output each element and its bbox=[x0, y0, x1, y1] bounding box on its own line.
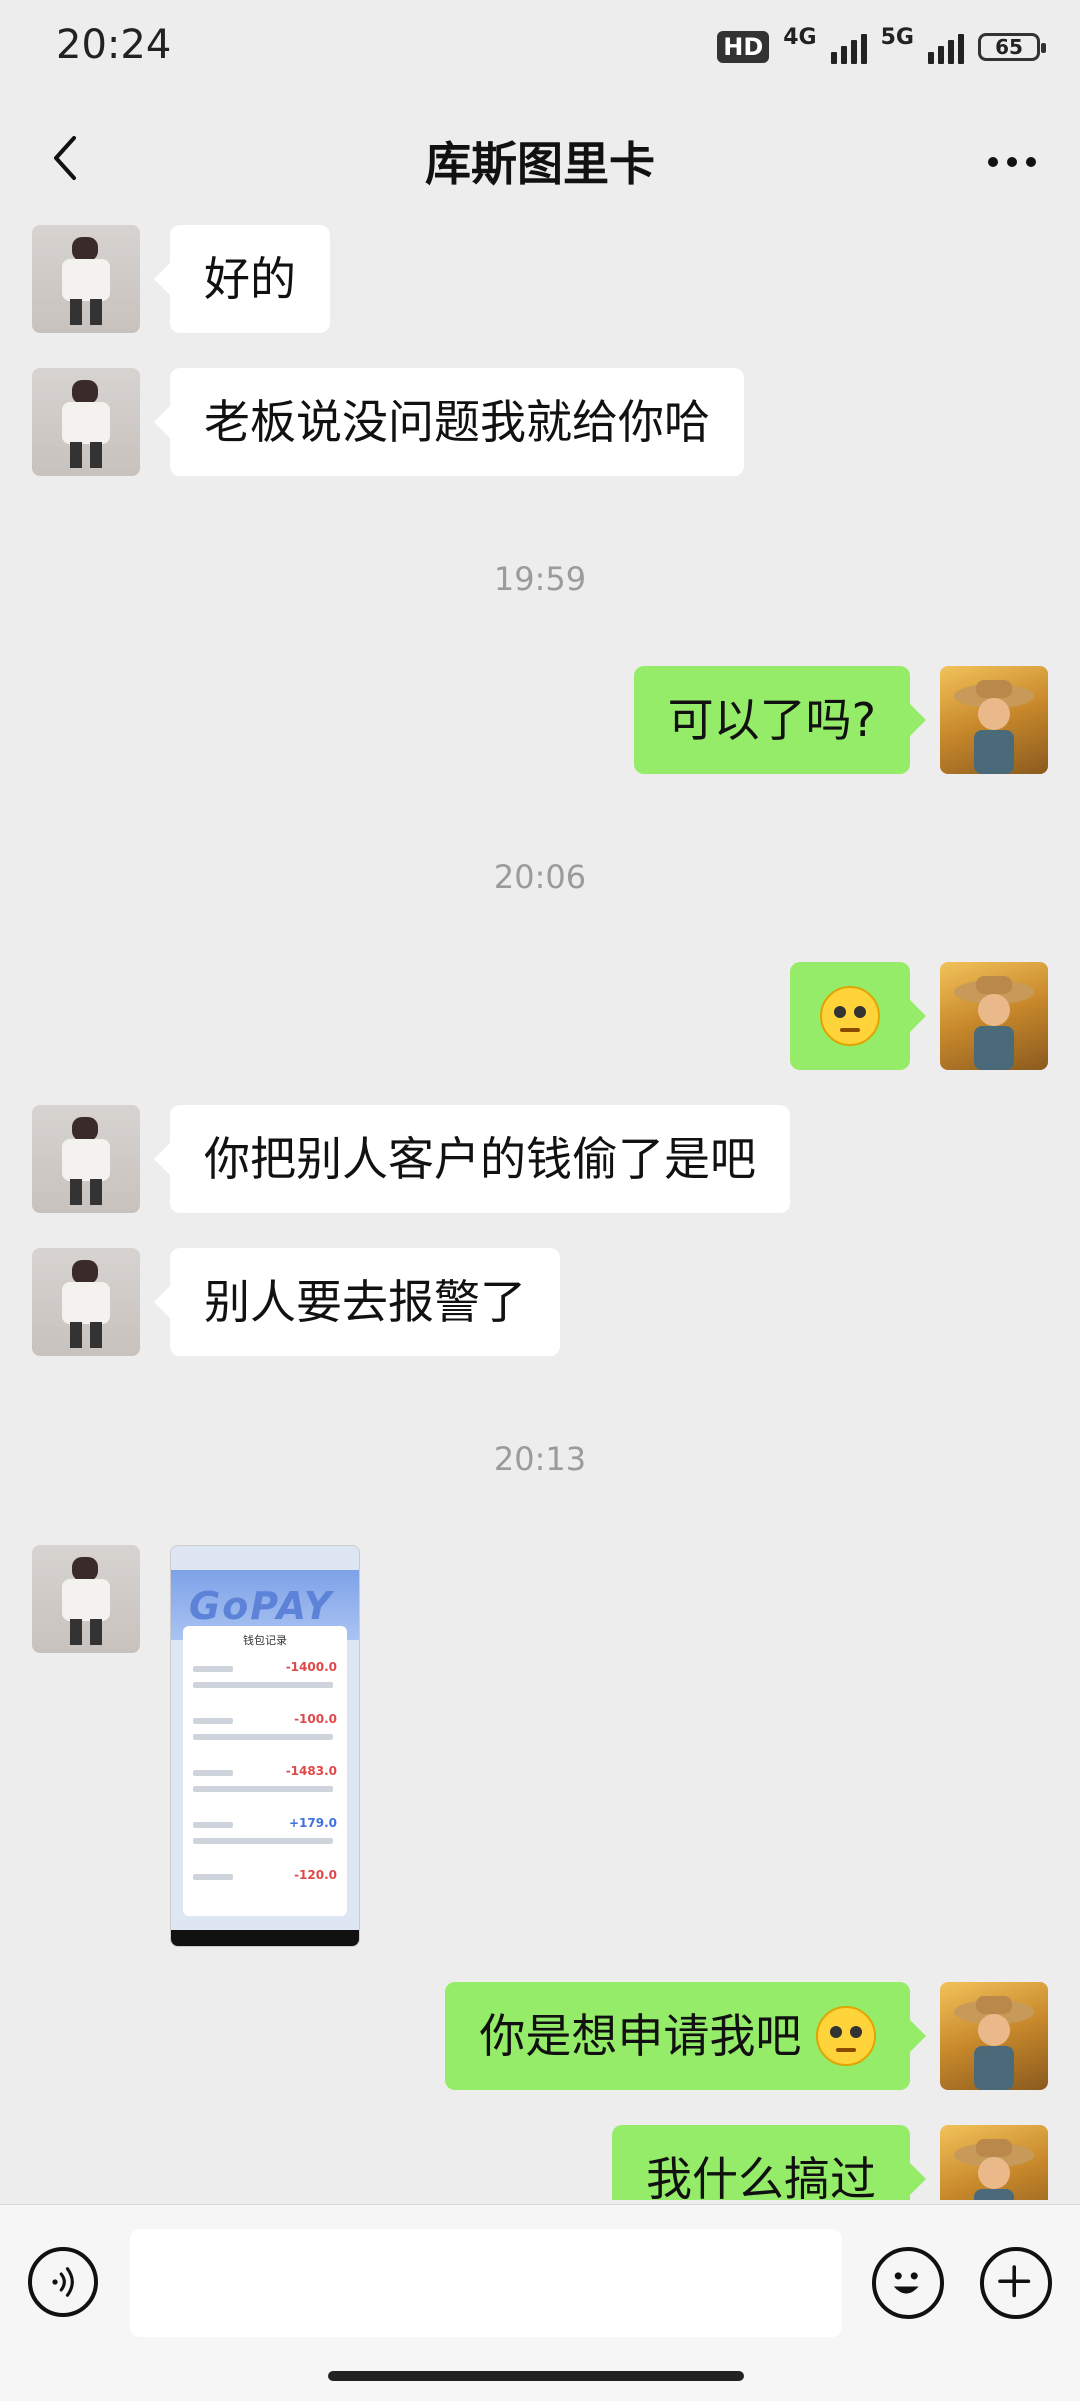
child-hat-avatar-image bbox=[954, 1996, 1034, 2090]
battery-icon: 65 bbox=[978, 33, 1046, 61]
child-hat-avatar-image bbox=[954, 2139, 1034, 2200]
contact-avatar[interactable] bbox=[32, 1545, 140, 1653]
image-row-line bbox=[193, 1874, 233, 1880]
image-row-line bbox=[193, 1682, 333, 1688]
image-row-line bbox=[193, 1718, 233, 1724]
message-list[interactable]: 好的 老板说没问题我就给你哈 19:59 可以了吗? 20:06 你把别人客户的… bbox=[0, 220, 1080, 2200]
chat-title: 库斯图里卡 bbox=[425, 137, 655, 191]
contact-avatar[interactable] bbox=[32, 225, 140, 333]
message-bubble-incoming[interactable]: 别人要去报警了 bbox=[154, 1248, 560, 1356]
image-row-line bbox=[193, 1786, 333, 1792]
input-bar bbox=[0, 2204, 1080, 2401]
image-message[interactable]: GoPAY 钱包记录 -1400.0 -100.0 -1483.0 +179.0… bbox=[170, 1545, 360, 1947]
message-bubble-incoming[interactable]: 老板说没问题我就给你哈 bbox=[154, 368, 744, 476]
woozy-face-emoji bbox=[816, 2005, 876, 2066]
message-bubble-incoming[interactable]: 好的 bbox=[154, 225, 330, 333]
more-dots-icon bbox=[1026, 157, 1036, 167]
my-avatar[interactable] bbox=[940, 666, 1048, 774]
image-row-line bbox=[193, 1838, 333, 1844]
network-label-5g: 5G bbox=[880, 24, 914, 50]
image-amount: -1400.0 bbox=[285, 1660, 337, 1674]
image-navbar bbox=[171, 1930, 359, 1946]
child-hat-avatar-image bbox=[954, 680, 1034, 774]
more-button[interactable] bbox=[982, 132, 1042, 192]
status-bar: 20:24 HD 4G 5G 65 bbox=[0, 0, 1080, 100]
person-avatar-image bbox=[62, 1117, 110, 1205]
timestamp: 20:06 bbox=[493, 858, 587, 896]
person-avatar-image bbox=[62, 1260, 110, 1348]
home-indicator[interactable] bbox=[328, 2371, 744, 2381]
message-bubble-outgoing[interactable] bbox=[790, 962, 926, 1070]
contact-avatar[interactable] bbox=[32, 1248, 140, 1356]
image-row-line bbox=[193, 1666, 233, 1672]
message-text: 你是想申请我吧 bbox=[479, 2009, 802, 2063]
image-row-line bbox=[193, 1734, 333, 1740]
person-avatar-image bbox=[62, 380, 110, 468]
emoji-button[interactable] bbox=[872, 2247, 944, 2319]
chat-header: 库斯图里卡 bbox=[0, 100, 1080, 220]
message-input[interactable] bbox=[130, 2229, 842, 2337]
message-bubble-outgoing[interactable]: 可以了吗? bbox=[633, 666, 927, 774]
image-amount: -1483.0 bbox=[285, 1764, 337, 1778]
image-row-line bbox=[193, 1822, 233, 1828]
timestamp: 20:13 bbox=[493, 1440, 587, 1478]
contact-avatar[interactable] bbox=[32, 368, 140, 476]
my-avatar[interactable] bbox=[940, 2125, 1048, 2200]
smile-icon bbox=[893, 2272, 919, 2294]
image-wallet-card: 钱包记录 -1400.0 -100.0 -1483.0 +179.0 -120.… bbox=[183, 1626, 347, 1916]
image-amount: -120.0 bbox=[294, 1868, 337, 1882]
image-brand-text: GoPAY bbox=[189, 1584, 334, 1628]
my-avatar[interactable] bbox=[940, 1982, 1048, 2090]
person-avatar-image bbox=[62, 237, 110, 325]
image-card-title: 钱包记录 bbox=[243, 1634, 287, 1647]
image-amount: -100.0 bbox=[294, 1712, 337, 1726]
plus-icon bbox=[998, 2265, 1031, 2298]
person-avatar-image bbox=[62, 1557, 110, 1645]
voice-button[interactable] bbox=[28, 2247, 98, 2317]
voice-icon bbox=[52, 2267, 74, 2297]
image-row-line bbox=[193, 1770, 233, 1776]
message-bubble-incoming[interactable]: 你把别人客户的钱偷了是吧 bbox=[154, 1105, 790, 1213]
hd-badge: HD bbox=[717, 31, 770, 63]
network-label-4g: 4G bbox=[783, 24, 817, 50]
status-time: 20:24 bbox=[56, 22, 172, 68]
contact-avatar[interactable] bbox=[32, 1105, 140, 1213]
more-actions-button[interactable] bbox=[980, 2247, 1052, 2319]
message-bubble-outgoing[interactable]: 我什么搞过 bbox=[612, 2125, 926, 2200]
image-amount: +179.0 bbox=[288, 1816, 337, 1830]
more-dots-icon bbox=[988, 157, 998, 167]
status-icons: HD 4G 5G 65 bbox=[717, 25, 1046, 64]
child-hat-avatar-image bbox=[954, 976, 1034, 1070]
signal-icon bbox=[830, 30, 867, 64]
signal-icon bbox=[928, 30, 964, 64]
more-dots-icon bbox=[1007, 157, 1017, 167]
timestamp: 19:59 bbox=[493, 560, 587, 598]
my-avatar[interactable] bbox=[940, 962, 1048, 1070]
message-bubble-outgoing[interactable]: 你是想申请我吧 bbox=[445, 1982, 926, 2090]
confused-face-emoji bbox=[820, 985, 880, 1046]
